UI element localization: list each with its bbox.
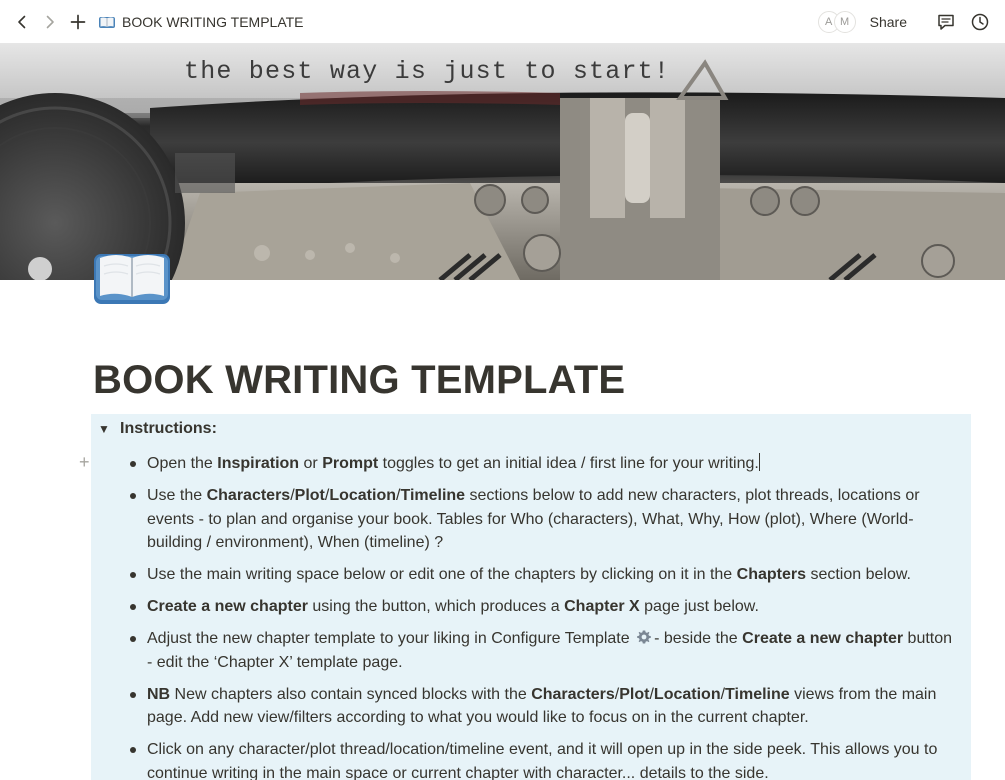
text-bold: Timeline (725, 685, 790, 703)
chevron-left-icon (18, 15, 26, 28)
toggle-label: Instructions: (120, 420, 217, 437)
text-bold: Inspiration (217, 455, 300, 472)
text-bold: Plot (619, 685, 650, 703)
text: - beside the (654, 630, 743, 647)
share-button[interactable]: Share (870, 14, 907, 30)
text-bold: Prompt (322, 455, 379, 472)
text-bold: Chapters (736, 566, 807, 583)
cover-image[interactable]: the best way is just to start! (0, 43, 1005, 280)
back-button[interactable] (10, 10, 34, 34)
text-bold: Location (329, 487, 396, 504)
add-block-plus-icon[interactable]: + (79, 453, 90, 471)
list-item[interactable]: Create a new chapter using the button, w… (91, 595, 961, 619)
gear-icon[interactable] (636, 629, 652, 645)
text-bold: Create a new chapter (147, 598, 308, 615)
text: page just below. (639, 598, 759, 615)
text: or (299, 455, 323, 472)
text-bold: Chapter X (564, 598, 640, 615)
text: New chapters also contain synced blocks … (170, 685, 532, 703)
text-bold: NB (147, 685, 171, 703)
toggle-arrow-icon[interactable]: ▼ (92, 422, 116, 436)
instructions-list: Open the Inspiration or Prompt toggles t… (91, 452, 961, 780)
text-bold: Plot (294, 487, 325, 504)
text: Click on any character/plot thread/locat… (147, 741, 938, 780)
new-page-button[interactable] (66, 10, 90, 34)
text-cursor (758, 453, 760, 471)
chevron-right-icon (46, 15, 54, 28)
text: using the button, which produces a (307, 598, 565, 615)
text-bold: Location (653, 685, 721, 703)
text: Adjust the new chapter template to your … (147, 630, 635, 647)
list-item[interactable]: NB New chapters also contain synced bloc… (91, 683, 961, 730)
topbar-actions: A M Share (817, 0, 991, 43)
plus-icon (70, 14, 86, 29)
text-bold: Characters (531, 685, 615, 703)
open-book-icon (94, 254, 170, 304)
cover-typed-text: the best way is just to start! (184, 57, 671, 86)
list-item[interactable]: Adjust the new chapter template to your … (91, 627, 961, 674)
list-item[interactable]: Open the Inspiration or Prompt toggles t… (91, 452, 961, 476)
breadcrumb[interactable]: BOOK WRITING TEMPLATE (98, 13, 304, 31)
comment-icon (938, 14, 954, 30)
instructions-callout: ▼ Instructions: Open the Inspiration or … (91, 414, 971, 780)
forward-button[interactable] (38, 10, 62, 34)
text-bold: Create a new chapter (742, 630, 904, 647)
text: toggles to get an initial idea / first l… (378, 455, 759, 472)
text: Use the (147, 487, 207, 504)
comments-button[interactable] (935, 11, 957, 33)
history-button[interactable] (969, 11, 991, 33)
collaborator-avatars[interactable]: A M (817, 10, 856, 33)
list-item[interactable]: Use the Characters/Plot/Location/Timelin… (91, 484, 961, 555)
text: Use the main writing space below or edit… (147, 566, 737, 583)
text-bold: Characters (206, 487, 291, 504)
list-item[interactable]: Use the main writing space below or edit… (91, 563, 961, 587)
instructions-toggle[interactable]: ▼ Instructions: (91, 420, 217, 438)
page-icon[interactable] (92, 246, 172, 308)
text: Open the (147, 455, 218, 472)
top-bar: BOOK WRITING TEMPLATE A M Share (0, 0, 1005, 43)
text-bold: Timeline (400, 487, 466, 504)
clock-icon (971, 13, 989, 30)
avatar[interactable]: M (833, 10, 856, 33)
list-item[interactable]: Click on any character/plot thread/locat… (91, 738, 961, 780)
text: section below. (806, 566, 911, 583)
breadcrumb-title: BOOK WRITING TEMPLATE (122, 13, 304, 30)
open-book-icon (99, 16, 115, 28)
page-title[interactable]: BOOK WRITING TEMPLATE (93, 358, 625, 403)
